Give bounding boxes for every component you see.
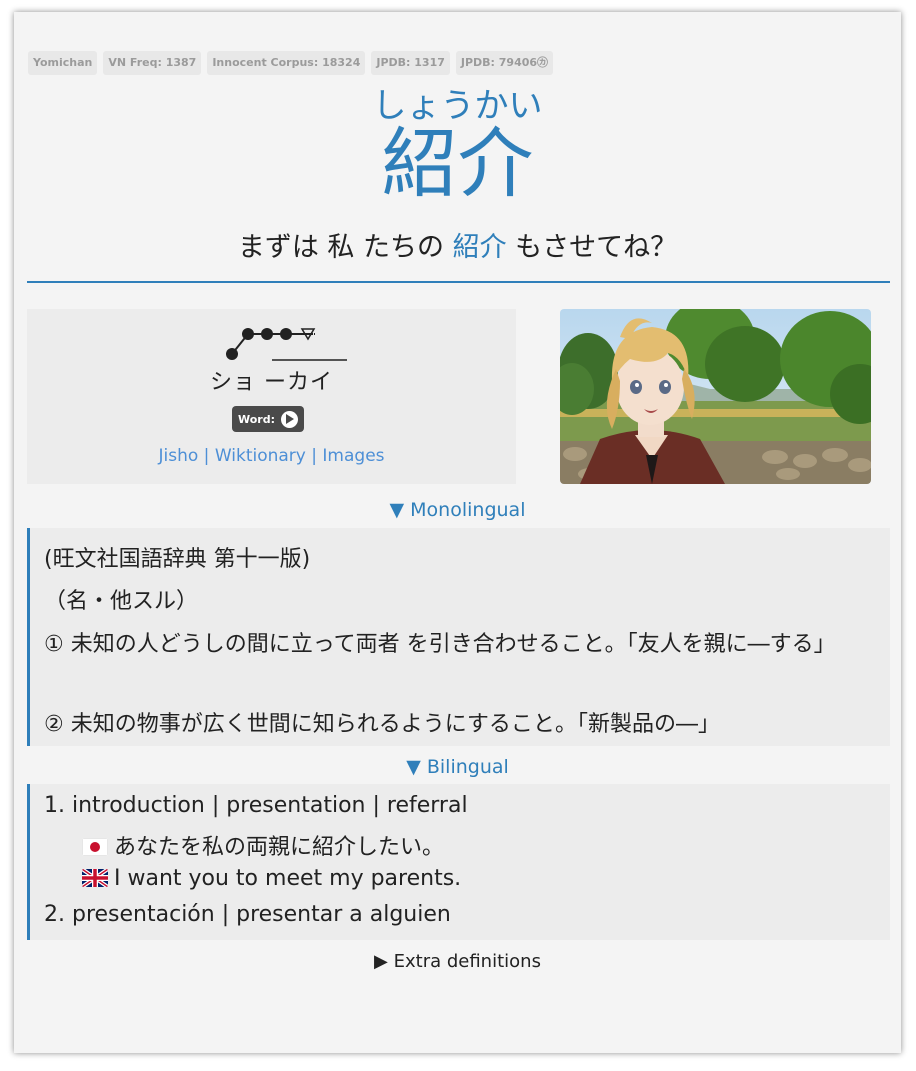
uk-flag-icon [82, 869, 108, 887]
bili-def-1: 1. introduction | presentation | referra… [44, 793, 468, 818]
pitch-kana: ショ ーカイ [210, 370, 333, 395]
tag-yomichan: Yomichan [28, 51, 98, 75]
bilingual-definitions: 1. introduction | presentation | referra… [27, 784, 890, 940]
anime-screenshot [560, 309, 871, 484]
pitch-dot [242, 328, 254, 340]
link-wiktionary[interactable]: Wiktionary [215, 446, 306, 466]
mono-pos: （名・他スル） [44, 589, 199, 614]
mono-def-2: ② 未知の物事が広く世間に知られるようにすること。「新製品の―」 [44, 712, 720, 737]
pitch-panel: ショ ーカイ Word: Jisho | Wiktionary | Images [27, 309, 516, 484]
link-separator: | [311, 446, 317, 466]
pitch-dot [280, 328, 292, 340]
monolingual-toggle[interactable]: ▼ Monolingual [14, 499, 901, 521]
audio-label: Word: [238, 412, 275, 426]
sentence-highlight: 紹介 [452, 232, 507, 263]
bili-example-en: I want you to meet my parents. [82, 866, 461, 891]
japan-flag-icon [82, 838, 108, 856]
mono-def-1: ① 未知の人どうしの間に立って両者 を引き合わせること。「友人を親に―する」 [44, 632, 836, 657]
pitch-overline [272, 359, 347, 361]
tag-jpdb-kana: JPDB: 79406㋕ [455, 51, 554, 75]
divider [27, 281, 890, 283]
tag-vn-freq: VN Freq: 1387 [103, 51, 202, 75]
link-separator: | [203, 446, 210, 466]
example-sentence: まずは 私 たちの 紹介 もさせてね？ [14, 228, 901, 268]
play-icon[interactable] [281, 410, 298, 428]
sentence-after: もさせてね？ [506, 232, 678, 263]
link-images[interactable]: Images [322, 446, 384, 466]
extra-definitions-toggle[interactable]: ▶ Extra definitions [14, 951, 901, 972]
tag-list: Yomichan VN Freq: 1387 Innocent Corpus: … [28, 51, 554, 75]
tag-jpdb-rank: JPDB: 1317 [371, 51, 450, 75]
example-en-text: I want you to meet my parents. [114, 866, 462, 891]
mono-source: (旺文社国語辞典 第十一版) [44, 547, 311, 572]
example-jp-text: あなたを私の両親に紹介したい。 [114, 835, 445, 860]
bilingual-toggle[interactable]: ▼ Bilingual [14, 756, 901, 778]
monolingual-definitions: (旺文社国語辞典 第十一版) （名・他スル） ① 未知の人どうしの間に立って両者… [27, 528, 890, 746]
word-audio-button[interactable]: Word: [232, 406, 304, 432]
bili-def-2: 2. presentación | presentar a alguien [44, 902, 451, 927]
dictionary-links: Jisho | Wiktionary | Images [27, 446, 516, 466]
tag-innocent-corpus: Innocent Corpus: 18324 [207, 51, 366, 75]
bili-example-jp: あなたを私の両親に紹介したい。 [82, 829, 444, 861]
sentence-before: まずは 私 たちの [237, 232, 453, 263]
link-jisho[interactable]: Jisho [158, 446, 198, 466]
anki-card: Yomichan VN Freq: 1387 Innocent Corpus: … [14, 12, 901, 1053]
pitch-dot [226, 348, 238, 360]
word-kanji: 紹介 [381, 119, 534, 208]
pitch-dot [261, 328, 273, 340]
